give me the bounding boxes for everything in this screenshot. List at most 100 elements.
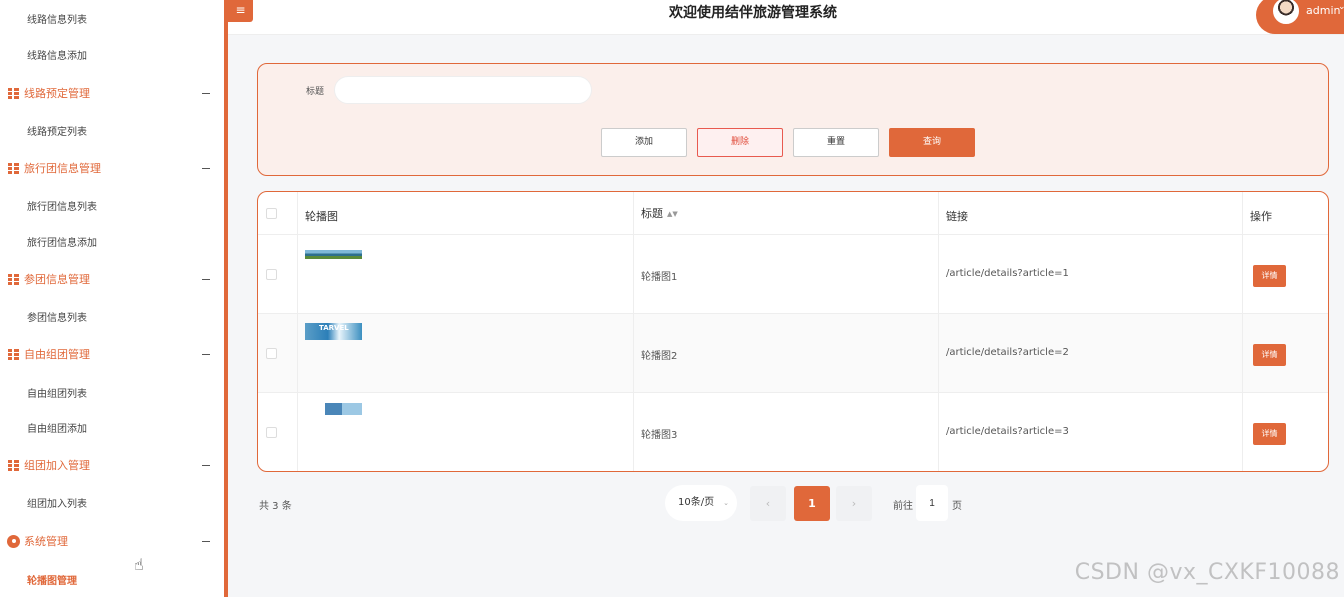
table-row: TARVEL 轮播图2 /article/details?article=2 详… (258, 314, 1328, 393)
sidebar-item-group-join-list[interactable]: 组团加入列表 (0, 484, 224, 520)
collapse-icon[interactable] (202, 540, 210, 542)
title-label: 标题 (306, 87, 325, 97)
table-row: 轮播图1 /article/details?article=1 详情 (258, 235, 1328, 314)
sidebar-item-join-list[interactable]: 参团信息列表 (0, 298, 224, 334)
sidebar-group-label: 自由组团管理 (24, 348, 90, 361)
row-checkbox[interactable] (266, 269, 277, 280)
sidebar-item-label: 线路信息添加 (27, 50, 87, 62)
collapse-icon[interactable] (202, 464, 210, 466)
sidebar-group-group-join[interactable]: 组团加入管理 (0, 447, 224, 483)
table-row: 轮播图3 /article/details?article=3 详情 (258, 393, 1328, 471)
sidebar-group-label: 组团加入管理 (24, 459, 90, 472)
table-header-row: 轮播图 标题 ▲▼ 链接 操作 (258, 192, 1328, 235)
column-header: 链接 (939, 192, 1243, 234)
reset-button[interactable]: 重置 (793, 128, 879, 157)
user-menu[interactable]: admin ⌄ (1256, 0, 1344, 34)
gear-icon (8, 535, 19, 547)
row-checkbox[interactable] (266, 427, 277, 438)
chevron-down-icon: ⌄ (723, 499, 729, 507)
main-content: 标题 添加 删除 重置 查询 轮播图 标题 ▲▼ 链接 操作 轮播图1 /arti… (228, 35, 1344, 597)
sidebar-item-tour-list[interactable]: 旅行团信息列表 (0, 187, 224, 223)
watermark: CSDN @vx_CXKF10088 (1074, 560, 1340, 585)
sidebar-item-label: 轮播图管理 (27, 575, 77, 587)
page-title: 欢迎使用结伴旅游管理系统 (669, 5, 837, 21)
sidebar-item-label: 自由组团列表 (27, 388, 87, 400)
sidebar-group-label: 参团信息管理 (24, 273, 90, 286)
select-all-checkbox[interactable] (266, 208, 277, 219)
grid-icon (8, 459, 19, 471)
grid-icon (8, 273, 19, 285)
sidebar-item-label: 参团信息列表 (27, 312, 87, 324)
carousel-thumbnail (305, 245, 362, 259)
prev-page-button[interactable]: ‹ (750, 486, 786, 521)
row-title: 轮播图3 (641, 430, 678, 441)
column-header: 轮播图 (298, 192, 634, 234)
query-button[interactable]: 查询 (889, 128, 975, 157)
detail-button[interactable]: 详情 (1253, 265, 1286, 287)
sidebar-item-label: 组团加入列表 (27, 498, 87, 510)
collapse-icon[interactable] (202, 278, 210, 280)
grid-icon (8, 162, 19, 174)
sidebar-item-route-add[interactable]: 线路信息添加 (0, 36, 224, 72)
row-checkbox[interactable] (266, 348, 277, 359)
row-link: /article/details?article=3 (946, 426, 1069, 437)
chevron-down-icon[interactable]: ⌄ (1338, 2, 1344, 12)
goto-unit-label: 页 (952, 501, 962, 512)
column-header-action: 操作 (1250, 210, 1272, 223)
collapse-icon[interactable] (202, 353, 210, 355)
row-title: 轮播图1 (641, 272, 678, 283)
row-link: /article/details?article=2 (946, 347, 1069, 358)
row-link: /article/details?article=1 (946, 268, 1069, 279)
next-page-button[interactable]: › (836, 486, 872, 521)
column-header-title[interactable]: 标题 (641, 207, 663, 220)
sidebar-group-route-booking[interactable]: 线路预定管理 (0, 75, 224, 111)
column-header: 操作 (1243, 192, 1328, 234)
total-count: 共 3 条 (259, 501, 292, 512)
grid-icon (8, 87, 19, 99)
detail-button[interactable]: 详情 (1253, 344, 1286, 366)
row-title: 轮播图2 (641, 351, 678, 362)
sidebar-item-label: 线路预定列表 (27, 126, 87, 138)
sidebar-group-label: 系统管理 (24, 535, 68, 548)
column-header-link: 链接 (946, 210, 968, 223)
detail-button[interactable]: 详情 (1253, 423, 1286, 445)
grid-icon (8, 348, 19, 360)
sidebar-group-label: 线路预定管理 (24, 87, 90, 100)
sidebar-item-tour-add[interactable]: 旅行团信息添加 (0, 223, 224, 259)
title-search-input[interactable] (334, 76, 592, 104)
sidebar: 线路信息列表 线路信息添加 线路预定管理 线路预定列表 旅行团信息管理 旅行团信… (0, 0, 224, 597)
sidebar-group-label: 旅行团信息管理 (24, 162, 101, 175)
page-size-value: 10条/页 (678, 497, 715, 508)
sidebar-item-label: 线路信息列表 (27, 14, 87, 26)
hand-cursor-icon: ☝ (134, 555, 144, 574)
collapse-icon[interactable] (202, 92, 210, 94)
goto-page-input[interactable] (916, 485, 948, 521)
delete-button[interactable]: 删除 (697, 128, 783, 157)
add-button[interactable]: 添加 (601, 128, 687, 157)
page-number-button[interactable]: 1 (794, 486, 830, 521)
sidebar-item-label: 旅行团信息列表 (27, 201, 97, 213)
data-table: 轮播图 标题 ▲▼ 链接 操作 轮播图1 /article/details?art… (257, 191, 1329, 472)
sidebar-item-label: 旅行团信息添加 (27, 237, 97, 249)
column-header-image: 轮播图 (305, 210, 338, 223)
top-header: ≡ 欢迎使用结伴旅游管理系统 admin ⌄ (228, 0, 1344, 35)
sidebar-group-free-group[interactable]: 自由组团管理 (0, 336, 224, 372)
sidebar-item-route-list[interactable]: 线路信息列表 (0, 0, 224, 36)
carousel-thumbnail (305, 403, 362, 415)
sidebar-group-tour-group[interactable]: 旅行团信息管理 (0, 150, 224, 186)
sidebar-item-label: 自由组团添加 (27, 423, 87, 435)
sidebar-group-system[interactable]: 系统管理 (0, 523, 224, 559)
user-name[interactable]: admin (1306, 4, 1340, 17)
page-size-select[interactable]: 10条/页 ⌄ (665, 485, 737, 521)
sidebar-item-free-list[interactable]: 自由组团列表 (0, 374, 224, 410)
avatar[interactable] (1273, 0, 1299, 24)
sidebar-item-free-add[interactable]: 自由组团添加 (0, 409, 224, 445)
column-header[interactable]: 标题 ▲▼ (634, 192, 939, 234)
search-panel: 标题 添加 删除 重置 查询 (257, 63, 1329, 176)
goto-label: 前往 (893, 501, 913, 512)
sidebar-item-carousel[interactable]: 轮播图管理 (0, 561, 224, 597)
sort-icon[interactable]: ▲▼ (667, 210, 678, 218)
collapse-icon[interactable] (202, 167, 210, 169)
sidebar-group-join-info[interactable]: 参团信息管理 (0, 261, 224, 297)
sidebar-item-booking-list[interactable]: 线路预定列表 (0, 112, 224, 148)
